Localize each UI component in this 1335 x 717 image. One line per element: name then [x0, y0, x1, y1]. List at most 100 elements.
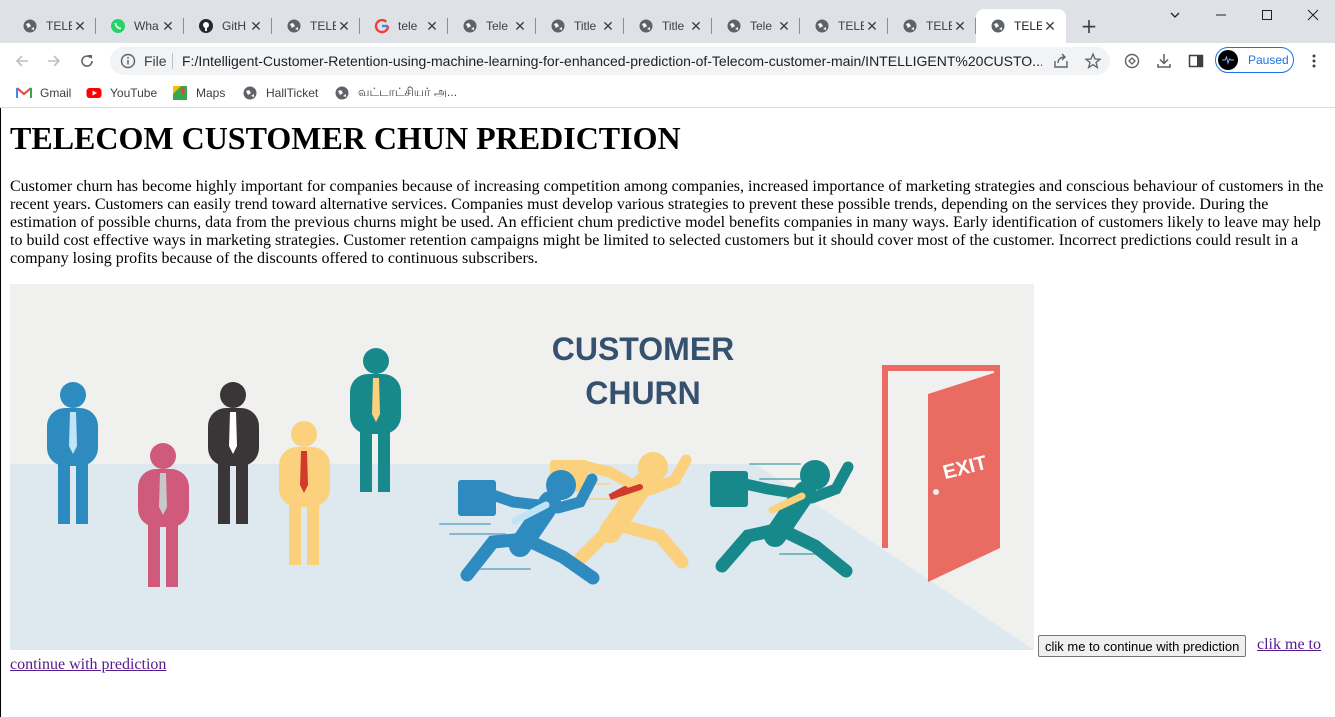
bookmark-item[interactable]: வட்டாட்சியர் அ...	[334, 85, 457, 101]
tab-close-icon[interactable]: ✕	[248, 18, 264, 34]
continue-prediction-link-wrap[interactable]: continue with prediction	[10, 656, 166, 674]
tab-close-icon[interactable]: ✕	[952, 18, 968, 34]
kebab-menu-icon	[1312, 54, 1316, 68]
tab-title: Title	[574, 19, 597, 33]
address-bar[interactable]: File F:/Intelligent-Customer-Retention-u…	[110, 47, 1110, 75]
tab[interactable]: Tele ✕	[712, 9, 800, 43]
minimize-button[interactable]	[1198, 0, 1244, 30]
bookmark-item[interactable]: YouTube	[86, 85, 157, 101]
downloads-button[interactable]	[1150, 47, 1178, 75]
tab-title: Tele	[486, 19, 509, 33]
close-icon	[1307, 9, 1319, 21]
intro-paragraph: Customer churn has become highly importa…	[10, 178, 1324, 267]
globe-icon	[814, 18, 830, 34]
tab-close-icon[interactable]: ✕	[1042, 18, 1058, 34]
tab[interactable]: GitH ✕	[184, 9, 272, 43]
globe-icon	[550, 18, 566, 34]
profile-button[interactable]: Paused	[1215, 47, 1294, 73]
tab-close-icon[interactable]: ✕	[160, 18, 176, 34]
tab-close-icon[interactable]: ✕	[424, 18, 440, 34]
tab-title: TELE	[1014, 19, 1042, 33]
whatsapp-icon	[110, 18, 126, 34]
page-title: TELECOM CUSTOMER CHUN PREDICTION	[10, 120, 681, 156]
info-icon[interactable]	[120, 53, 136, 72]
illustration-title-line1: CUSTOMER	[552, 331, 735, 367]
google-icon	[374, 18, 390, 34]
bookmark-label: Gmail	[40, 86, 72, 100]
tab-title: Wha	[134, 19, 159, 33]
close-window-button[interactable]	[1290, 0, 1335, 30]
bookmark-item[interactable]: Maps	[172, 85, 225, 101]
maximize-button[interactable]	[1244, 0, 1290, 30]
illustration-title-line2: CHURN	[585, 375, 701, 411]
globe-icon	[22, 18, 38, 34]
continue-prediction-link[interactable]: clik me to	[1257, 636, 1321, 654]
back-arrow-icon	[15, 55, 28, 67]
tab-title: Title	[662, 19, 685, 33]
forward-button[interactable]	[40, 47, 68, 75]
divider	[172, 53, 173, 69]
customer-churn-illustration: CUSTOMER CHURN EXIT	[10, 284, 1034, 650]
scheme-label: File	[144, 53, 167, 69]
globe-icon	[242, 85, 258, 101]
reload-icon	[81, 55, 93, 67]
globe-icon	[638, 18, 654, 34]
gmail-icon	[16, 85, 32, 101]
globe-icon	[990, 18, 1006, 34]
tab[interactable]: TELE✕	[888, 9, 976, 43]
chevron-down-icon	[1170, 12, 1180, 18]
tab-title: TELE	[46, 19, 72, 33]
globe-icon	[726, 18, 742, 34]
bookmark-item[interactable]: Gmail	[16, 85, 71, 101]
side-panel-icon	[1188, 54, 1204, 68]
profile-status: Paused	[1248, 53, 1289, 67]
tab[interactable]: tele ✕	[360, 9, 448, 43]
back-button[interactable]	[8, 47, 36, 75]
bookmark-label: Maps	[196, 86, 226, 100]
tab-active[interactable]: TELE ✕	[976, 9, 1066, 43]
menu-button[interactable]	[1300, 47, 1328, 75]
tab-close-icon[interactable]: ✕	[776, 18, 792, 34]
tab-close-icon[interactable]: ✕	[600, 18, 616, 34]
github-icon	[198, 18, 214, 34]
new-tab-button[interactable]: +	[1077, 14, 1101, 38]
download-icon	[1157, 54, 1171, 68]
toolbar: File F:/Intelligent-Customer-Retention-u…	[0, 43, 1335, 79]
tab-title: TELE	[838, 19, 864, 33]
share-icon[interactable]	[1052, 52, 1070, 73]
extension-button[interactable]	[1118, 47, 1146, 75]
forward-arrow-icon	[48, 55, 61, 67]
tab-close-icon[interactable]: ✕	[864, 18, 880, 34]
tab[interactable]: Tele ✕	[448, 9, 536, 43]
tab-search-button[interactable]	[1152, 0, 1198, 30]
tab-title: TELE	[926, 19, 952, 33]
tab-strip: TELE✕Wha✕GitH✕TELE✕tele✕Tele✕Title✕Title…	[0, 0, 1335, 43]
minimize-icon	[1216, 14, 1226, 16]
tab[interactable]: Title ✕	[624, 9, 712, 43]
reload-button[interactable]	[73, 47, 101, 75]
tab[interactable]: Title ✕	[536, 9, 624, 43]
globe-icon	[286, 18, 302, 34]
page-content: TELECOM CUSTOMER CHUN PREDICTION Custome…	[0, 108, 1335, 717]
tab-title: tele	[398, 19, 418, 33]
extension-icon	[1124, 53, 1140, 69]
bookmark-item[interactable]: HallTicket	[242, 85, 318, 101]
tab-close-icon[interactable]: ✕	[688, 18, 704, 34]
continue-prediction-button[interactable]: clik me to continue with prediction	[1038, 635, 1247, 657]
tab-close-icon[interactable]: ✕	[336, 18, 352, 34]
youtube-icon	[86, 85, 102, 101]
tab-close-icon[interactable]: ✕	[512, 18, 528, 34]
globe-icon	[902, 18, 918, 34]
tab-title: TELE	[310, 19, 336, 33]
tab[interactable]: TELE✕	[272, 9, 360, 43]
bookmark-label: YouTube	[110, 86, 158, 100]
tab-close-icon[interactable]: ✕	[72, 18, 88, 34]
url-text[interactable]: F:/Intelligent-Customer-Retention-using-…	[182, 53, 1042, 69]
tab[interactable]: TELE✕	[8, 9, 96, 43]
bookmark-label: வட்டாட்சியர் அ...	[358, 85, 458, 99]
tab[interactable]: TELE✕	[800, 9, 888, 43]
tab[interactable]: Wha ✕	[96, 9, 184, 43]
side-panel-button[interactable]	[1182, 47, 1210, 75]
star-icon[interactable]	[1084, 52, 1102, 73]
maps-icon	[172, 85, 188, 101]
